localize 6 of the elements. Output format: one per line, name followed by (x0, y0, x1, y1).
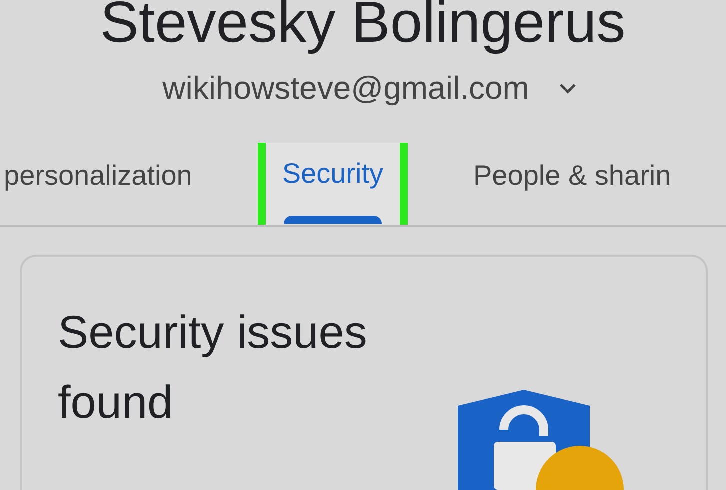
chevron-down-icon[interactable] (559, 82, 578, 94)
tab[interactable]: personalization (4, 146, 208, 222)
account-email: wikihowsteve@gmail.com (162, 70, 530, 107)
tab[interactable]: Security (266, 143, 400, 225)
card-title: Security issues found (58, 305, 368, 430)
tab[interactable]: People & sharin (458, 146, 688, 222)
